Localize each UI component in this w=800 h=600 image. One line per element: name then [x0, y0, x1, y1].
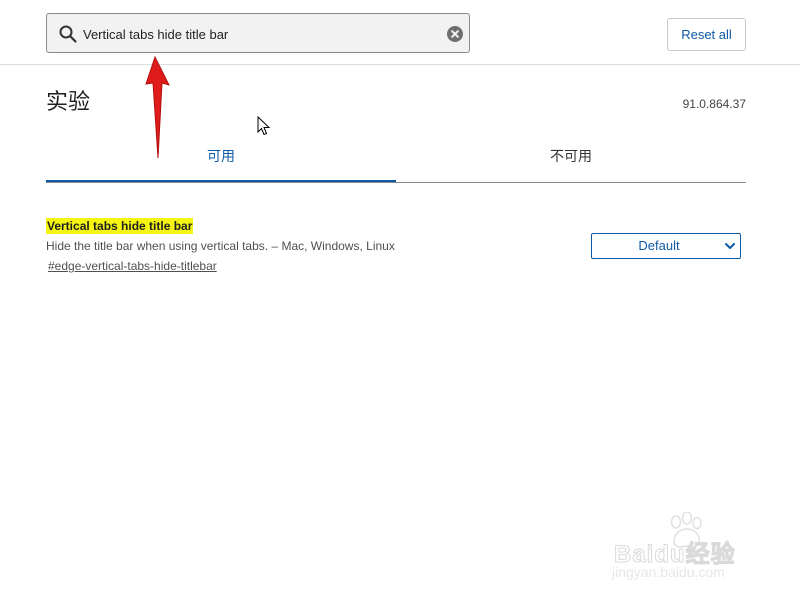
header-bar: Reset all	[0, 0, 800, 65]
annotation-arrow-icon	[145, 55, 170, 159]
clear-icon[interactable]	[447, 26, 463, 42]
reset-all-button[interactable]: Reset all	[667, 18, 746, 51]
tab-available[interactable]: 可用	[46, 140, 396, 182]
search-input[interactable]	[83, 23, 433, 45]
flag-name: Vertical tabs hide title bar	[46, 218, 194, 234]
chevron-down-icon	[725, 243, 735, 249]
search-icon	[59, 25, 77, 43]
flag-state-value: Default	[638, 238, 680, 253]
flags-page: Reset all 实验 91.0.864.37 可用 不可用 Vertical…	[0, 0, 800, 600]
flag-anchor-link[interactable]: #edge-vertical-tabs-hide-titlebar	[48, 259, 217, 273]
page-title: 实验	[46, 90, 91, 115]
version-label: 91.0.864.37	[682, 97, 746, 111]
mouse-cursor-icon	[257, 116, 271, 136]
watermark-url: jingyan.baidu.com	[612, 564, 725, 580]
flag-description: Hide the title bar when using vertical t…	[46, 239, 395, 253]
tab-unavailable[interactable]: 不可用	[396, 140, 746, 180]
flag-state-select[interactable]: Default	[591, 233, 741, 259]
search-box[interactable]	[46, 13, 470, 53]
watermark: Baidu经验 jingyan.baidu.com	[610, 512, 770, 592]
